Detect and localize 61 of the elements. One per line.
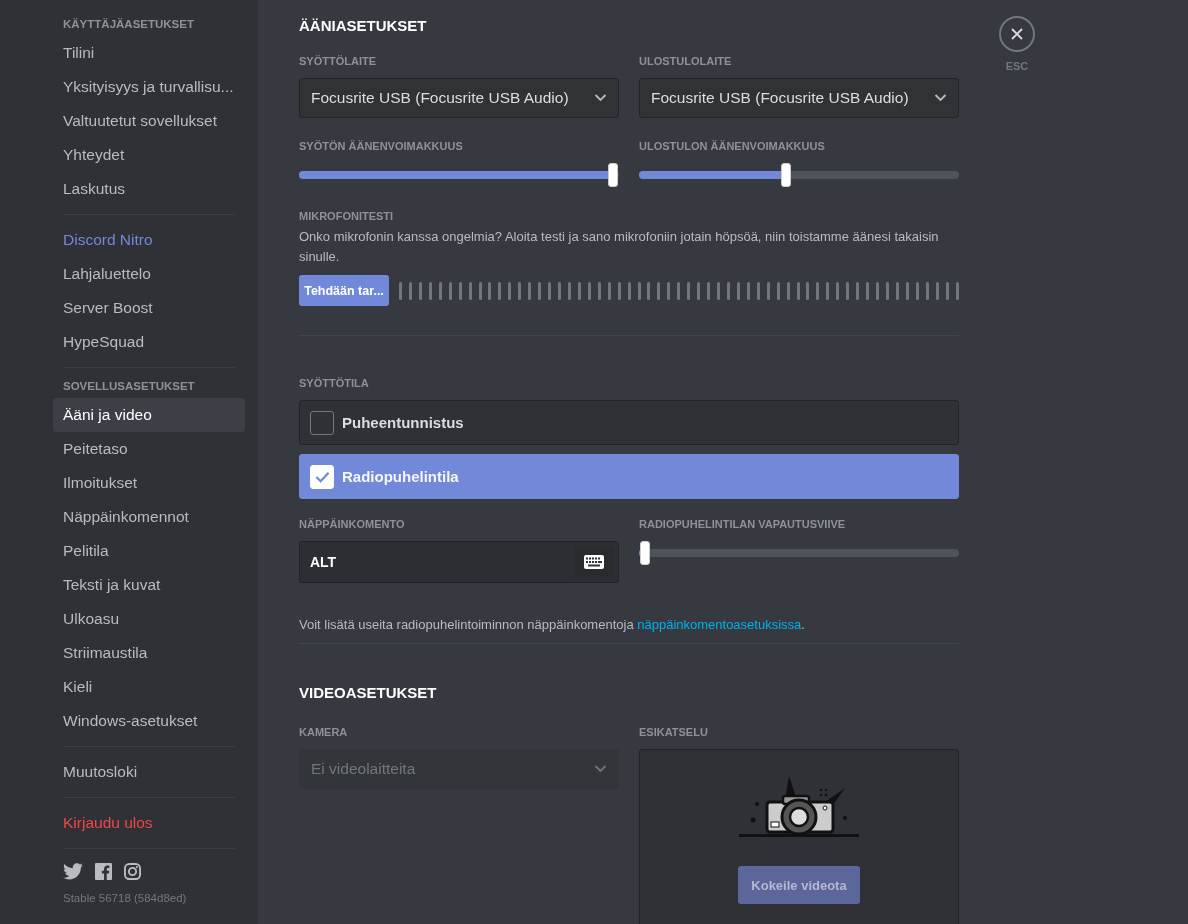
chevron-icon [594,94,607,102]
sidebar-item[interactable]: Yhteydet [53,138,245,172]
sidebar-item[interactable]: Yksityisyys ja turvallisu... [53,70,245,104]
sidebar-item[interactable]: Näppäinkomennot [53,500,245,534]
delay-slider[interactable] [639,541,959,565]
slider-handle[interactable] [607,163,618,187]
field-label: MIKROFONITESTI [299,209,395,223]
sidebar-item[interactable]: Kirjaudu ulos [53,806,245,840]
esc-label: ESC [1005,60,1029,72]
field-label: ULOSTULOLAITE [639,54,733,68]
sidebar-item[interactable]: Kieli [53,670,245,704]
keybind-field[interactable]: ALT [299,541,619,583]
sidebar-item[interactable]: Discord Nitro [53,223,245,257]
sidebar-item[interactable]: Laskutus [53,172,245,206]
sidebar-item[interactable]: Pelitila [53,534,245,568]
section-title: VIDEOASETUKSET [299,683,438,703]
radio-option[interactable]: Puheentunnistus [299,400,959,445]
sidebar-item[interactable]: Windows-asetukset [53,704,245,738]
field-label: SYÖTTÖTILA [299,376,370,390]
field-label: SYÖTÖN ÄÄNENVOIMAKKUUS [299,139,464,153]
sidebar-item[interactable]: HypeSquad [53,325,245,359]
slider-handle[interactable] [781,163,792,187]
record-keybind-button[interactable] [574,547,614,577]
sidebar-item[interactable]: Server Boost [53,291,245,325]
sidebar-item[interactable]: Striimaustila [53,636,245,670]
facebook-icon[interactable] [95,863,112,880]
keyboard-icon [584,555,604,569]
sidebar-item[interactable]: Valtuutetut sovellukset [53,104,245,138]
input-device-select[interactable]: Focusrite USB (Focusrite USB Audio) [299,78,619,118]
field-label: RADIOPUHELINTILAN VAPAUTUSVIIVE [639,517,847,531]
field-label: NÄPPÄINKOMENTO [299,517,406,531]
field-label: KAMERA [299,725,349,739]
output-device-select[interactable]: Focusrite USB (Focusrite USB Audio) [639,78,959,118]
bird-icon[interactable] [63,863,83,880]
checkbox[interactable] [310,410,334,435]
slider-handle[interactable] [640,541,651,565]
sidebar-item[interactable]: Ilmoitukset [53,466,245,500]
volume-slider[interactable] [639,163,959,187]
sidebar-item[interactable]: Teksti ja kuvat [53,568,245,602]
hint-text: Voit lisätä useita radiopuhelintoiminnon näppäinkomentoja näppäinkomentoasetuksissa. [299,616,806,634]
volume-slider[interactable] [299,163,619,187]
close-button[interactable] [999,16,1035,52]
instagram-icon[interactable] [124,863,141,880]
sidebar-item[interactable]: Muutosloki [53,755,245,789]
field-label: SYÖTTÖLAITE [299,54,377,68]
sidebar-item[interactable]: Lahjaluettelo [53,257,245,291]
section-header: SOVELLUSASETUKSET [62,379,196,394]
chevron-icon [934,94,947,102]
sidebar-item[interactable]: Tilini [53,36,245,70]
version-text: Stable 56718 (584d8ed) [62,891,188,904]
close-icon [1011,28,1023,40]
field-label: ULOSTULON ÄÄNENVOIMAKKUUS [639,139,826,153]
sidebar-item[interactable]: Ulkoasu [53,602,245,636]
description-text: Onko mikrofonin kanssa ongelmia? Aloita testi ja sano mikrofoniin jotain höpsöä, niin toistamme äänesi takaisin sinulle. [299,228,940,266]
section-title: ÄÄNIASETUKSET [299,16,428,36]
field-label: ESIKATSELU [639,725,709,739]
sidebar-item[interactable]: Ääni ja video [53,398,245,432]
chevron-icon [594,765,607,773]
sidebar-item[interactable]: Peitetaso [53,432,245,466]
checkmark-icon [314,470,330,483]
section-header: KÄYTTÄJÄASETUKSET [62,17,195,32]
